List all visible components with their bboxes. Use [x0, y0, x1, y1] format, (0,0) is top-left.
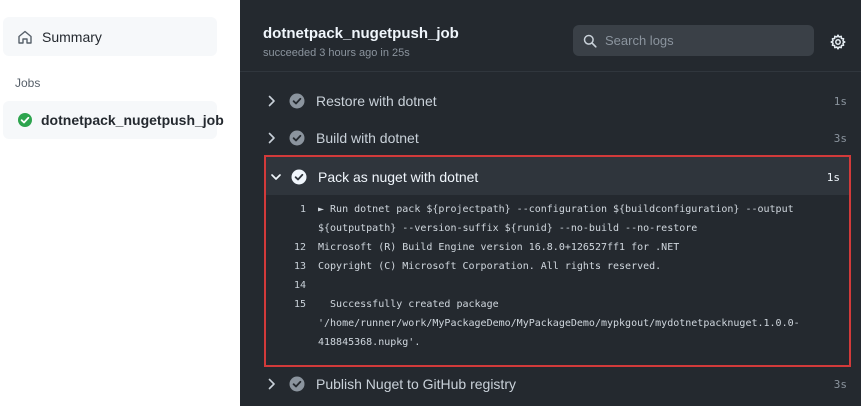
step-duration: 1s [826, 171, 840, 184]
check-circle-icon [291, 169, 307, 185]
step-label: Build with dotnet [316, 130, 419, 146]
chevron-right-icon [267, 94, 277, 108]
check-circle-icon [289, 376, 305, 392]
log-text: ► Run dotnet pack ${projectpath} --confi… [318, 204, 794, 215]
line-number: 12 [293, 242, 306, 253]
log-text: ${outputpath} --version-suffix ${runid} … [318, 223, 698, 234]
line-number: 13 [293, 261, 306, 272]
step-duration: 3s [833, 132, 847, 145]
job-header: dotnetpack_nugetpush_job succeeded 3 hou… [240, 0, 861, 72]
log-text: '/home/runner/work/MyPackageDemo/MyPacka… [318, 318, 800, 329]
step-publish[interactable]: Publish Nuget to GitHub registry 3s [240, 366, 861, 402]
sidebar-item-job[interactable]: dotnetpack_nugetpush_job [3, 101, 224, 139]
line-number: 14 [293, 280, 306, 291]
step-restore[interactable]: Restore with dotnet 1s [240, 83, 861, 119]
job-log-panel: dotnetpack_nugetpush_job succeeded 3 hou… [240, 0, 861, 406]
search-icon [583, 34, 597, 48]
sidebar-item-summary[interactable]: Summary [3, 17, 217, 56]
line-number: 15 [293, 299, 306, 310]
home-icon [17, 29, 33, 45]
chevron-right-icon [267, 377, 277, 391]
sidebar-item-label: dotnetpack_nugetpush_job [41, 112, 224, 128]
log-text: Microsoft (R) Build Engine version 16.8.… [318, 242, 680, 253]
gear-icon[interactable] [830, 34, 846, 50]
jobs-heading: Jobs [15, 76, 41, 90]
log-text: Successfully created package [318, 299, 499, 310]
check-circle-icon [17, 112, 33, 128]
step-build[interactable]: Build with dotnet 3s [240, 120, 861, 156]
step-duration: 3s [833, 378, 847, 391]
log-text: Copyright (C) Microsoft Corporation. All… [318, 261, 662, 272]
job-status: succeeded 3 hours ago in 25s [263, 47, 410, 59]
sidebar: Summary Jobs dotnetpack_nugetpush_job [0, 0, 224, 406]
step-label: Publish Nuget to GitHub registry [316, 376, 516, 392]
chevron-down-icon [270, 170, 282, 182]
job-title: dotnetpack_nugetpush_job [263, 25, 459, 42]
chevron-right-icon [267, 131, 277, 145]
sidebar-item-label: Summary [42, 28, 102, 45]
log-text: 418845368.nupkg'. [318, 337, 421, 348]
step-duration: 1s [833, 95, 847, 108]
check-circle-icon [289, 93, 305, 109]
check-circle-icon [289, 130, 305, 146]
step-label: Restore with dotnet [316, 93, 437, 109]
line-number: 1 [299, 204, 306, 215]
step-pack-expanded: Pack as nuget with dotnet 1s 1 ► Run dot… [264, 155, 851, 367]
step-label: Pack as nuget with dotnet [318, 169, 479, 185]
step-pack[interactable]: Pack as nuget with dotnet 1s [266, 157, 849, 195]
search-input[interactable] [605, 33, 795, 48]
search-logs-box[interactable] [573, 25, 814, 56]
